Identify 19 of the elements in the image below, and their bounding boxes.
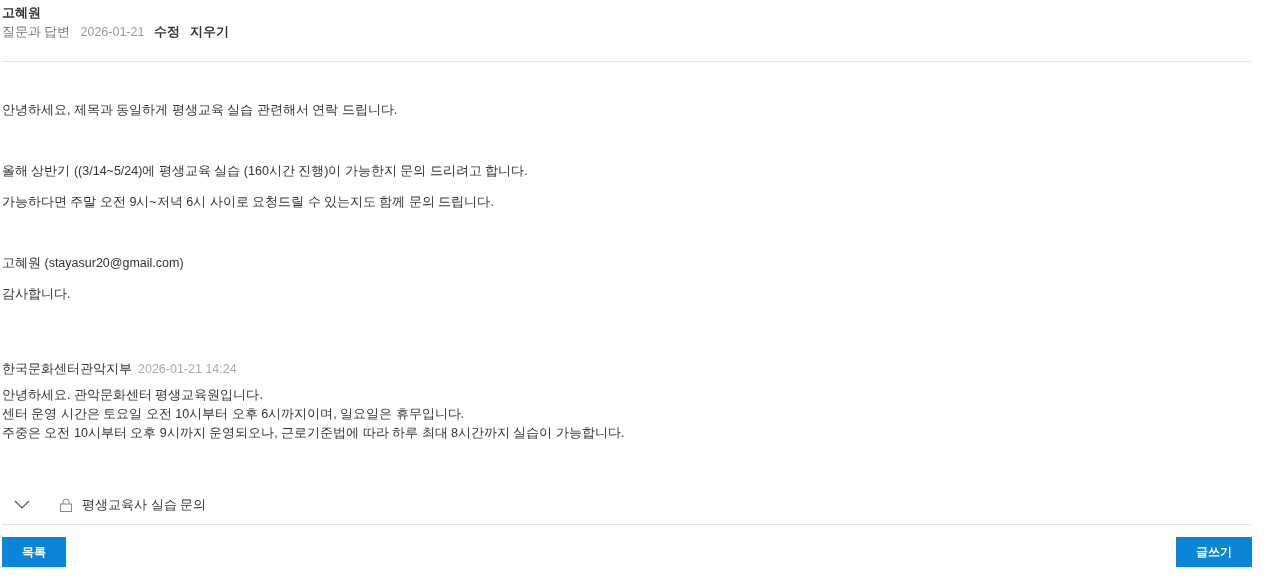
body-text: 올해 상반기 ((3/14~5/24)에 평생교육 실습 (160시간 진행)이 가능한지 문의 드리려고 합니다. bbox=[2, 163, 529, 180]
author-name: 고혜원 bbox=[2, 4, 42, 22]
reply-author: 한국문화센터관악지부 bbox=[2, 361, 132, 378]
write-button[interactable]: 글쓰기 bbox=[1176, 537, 1252, 567]
body-text: 가능하다면 주말 오전 9시~저녁 6시 사이로 요청드릴 수 있는지도 함께 문의 드립니다. bbox=[2, 194, 495, 211]
body-text: 고혜원 (stayasur20@gmail.com) bbox=[2, 255, 185, 272]
reply-text: 주중은 오전 10시부터 오후 9시까지 운영되오나, 근로기준법에 따라 하루 최대 8시간까지 실습이 가능합니다. bbox=[2, 425, 626, 442]
reply-text: 센터 운영 시간은 토요일 오전 10시부터 오후 6시까지이며, 일요일은 휴무입니다. bbox=[2, 406, 466, 423]
reply-time: 2026-01-21 14:24 bbox=[138, 361, 237, 378]
post-date: 2026-01-21 bbox=[80, 24, 145, 41]
action-link[interactable]: 지우기 bbox=[190, 23, 230, 41]
chevron-icon[interactable] bbox=[14, 499, 30, 510]
reply-text: 안녕하세요. 관악문화센터 평생교육원입니다. bbox=[2, 387, 264, 404]
list-button[interactable]: 목록 bbox=[2, 537, 66, 567]
board-name: 질문과 답변 bbox=[2, 24, 71, 41]
action-link[interactable]: 수정 bbox=[154, 23, 181, 41]
thread-title[interactable]: 평생교육사 실습 문의 bbox=[82, 494, 207, 515]
body-text: 감사합니다. bbox=[2, 286, 72, 303]
body-text: 안녕하세요, 제목과 동일하게 평생교육 실습 관련해서 연락 드립니다. bbox=[2, 102, 399, 119]
